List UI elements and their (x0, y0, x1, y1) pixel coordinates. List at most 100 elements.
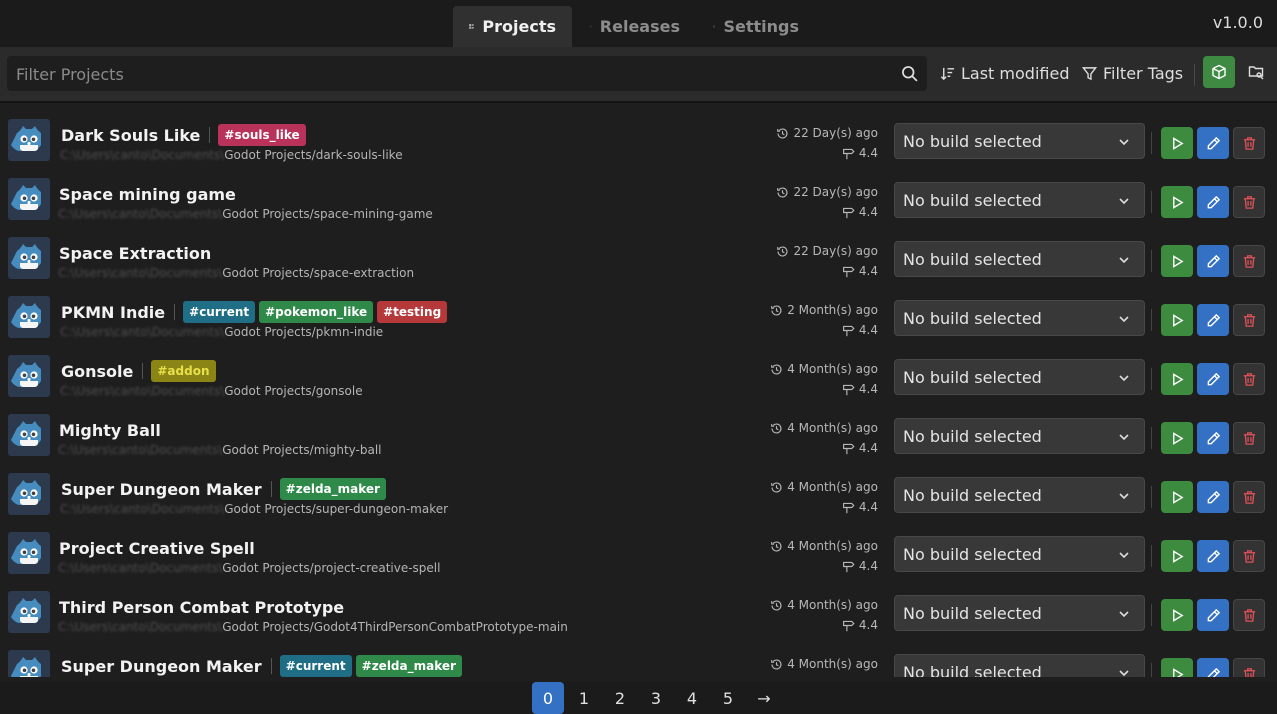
tab-releases[interactable]: Releases (574, 6, 696, 47)
project-row[interactable]: Gonsole #addon C:\Users\canto\Documents\Go… (0, 347, 1277, 406)
search-input[interactable] (7, 56, 898, 93)
delete-project-button[interactable] (1233, 304, 1265, 336)
edit-project-button[interactable] (1197, 658, 1229, 677)
project-row[interactable]: Mighty Ball C:\Users\canto\Documents\Godo… (0, 406, 1277, 465)
edit-project-button[interactable] (1197, 304, 1229, 336)
edit-project-button[interactable] (1197, 127, 1229, 159)
play-icon (1172, 490, 1184, 504)
project-icon (8, 414, 50, 456)
project-list: Dark Souls Like #souls_like C:\Users\canto… (0, 103, 1277, 677)
build-select[interactable]: No build selected (894, 654, 1145, 677)
project-icon (8, 178, 50, 220)
run-project-button[interactable] (1161, 127, 1193, 159)
project-tag[interactable]: #souls_like (218, 124, 306, 146)
project-row[interactable]: Space Extraction C:\Users\canto\Documents… (0, 229, 1277, 288)
project-row[interactable]: Third Person Combat Prototype C:\Users\ca… (0, 583, 1277, 642)
edit-project-button[interactable] (1197, 599, 1229, 631)
project-tag[interactable]: #testing (377, 301, 448, 323)
search-icon[interactable] (901, 65, 918, 82)
project-tag[interactable]: #pokemon_like (259, 301, 374, 323)
tag-list: #current #zelda_maker (279, 655, 462, 677)
godot-version: 4.4 (858, 382, 878, 396)
delete-project-button[interactable] (1233, 422, 1265, 454)
page-button[interactable]: 1 (568, 682, 600, 714)
project-path: C:\Users\canto\Documents\Godot Projects/… (60, 325, 383, 339)
build-select[interactable]: No build selected (894, 477, 1145, 513)
run-project-button[interactable] (1161, 481, 1193, 513)
build-select-value: No build selected (903, 368, 1042, 387)
run-project-button[interactable] (1161, 540, 1193, 572)
page-button[interactable]: 5 (712, 682, 744, 714)
page-button[interactable]: 2 (604, 682, 636, 714)
play-icon (1172, 254, 1184, 268)
run-project-button[interactable] (1161, 658, 1193, 677)
tab-settings[interactable]: Settings (697, 6, 815, 47)
delete-project-button[interactable] (1233, 599, 1265, 631)
project-row[interactable]: Super Dungeon Maker #zelda_maker C:\Users\… (0, 465, 1277, 524)
history-icon (771, 481, 782, 493)
trash-icon (1243, 490, 1255, 504)
delete-project-button[interactable] (1233, 245, 1265, 277)
project-tag[interactable]: #addon (151, 360, 216, 382)
delete-project-button[interactable] (1233, 186, 1265, 218)
build-select[interactable]: No build selected (894, 300, 1145, 336)
top-nav: Projects Releases Settings v1.0.0 (0, 0, 1277, 47)
project-path: C:\Users\canto\Documents\Godot Projects/… (60, 148, 403, 162)
page-button[interactable]: 3 (640, 682, 672, 714)
scan-folder-button[interactable] (1243, 56, 1269, 88)
delete-project-button[interactable] (1233, 127, 1265, 159)
edit-icon (1207, 608, 1220, 621)
folder-search-icon (1248, 66, 1264, 80)
page-button[interactable]: 0 (532, 682, 564, 714)
page-button[interactable]: 4 (676, 682, 708, 714)
build-select[interactable]: No build selected (894, 536, 1145, 572)
tab-projects[interactable]: Projects (453, 6, 572, 47)
run-project-button[interactable] (1161, 422, 1193, 454)
run-project-button[interactable] (1161, 186, 1193, 218)
project-tag[interactable]: #zelda_maker (279, 478, 386, 500)
edit-project-button[interactable] (1197, 363, 1229, 395)
build-select[interactable]: No build selected (894, 595, 1145, 631)
edit-project-button[interactable] (1197, 186, 1229, 218)
godot-version-icon (842, 207, 855, 218)
project-tag[interactable]: #current (183, 301, 256, 323)
delete-project-button[interactable] (1233, 481, 1265, 513)
next-page-button[interactable]: → (748, 682, 780, 714)
edit-project-button[interactable] (1197, 481, 1229, 513)
godot-version-icon (842, 502, 855, 513)
project-row[interactable]: Super Dungeon Maker#current#zelda_makerC… (0, 642, 1277, 677)
project-path: C:\Users\canto\Documents\Godot Projects/… (58, 266, 414, 280)
action-divider (1151, 663, 1152, 677)
project-tag[interactable]: #zelda_maker (355, 655, 462, 677)
build-select[interactable]: No build selected (894, 359, 1145, 395)
edit-project-button[interactable] (1197, 422, 1229, 454)
action-divider (1151, 604, 1152, 626)
tag-list: #zelda_maker (279, 478, 386, 500)
project-row[interactable]: Project Creative Spell C:\Users\canto\Doc… (0, 524, 1277, 583)
last-modified: 2 Month(s) ago (787, 303, 878, 317)
project-tag[interactable]: #current (279, 655, 352, 677)
delete-project-button[interactable] (1233, 658, 1265, 677)
run-project-button[interactable] (1161, 599, 1193, 631)
project-row[interactable]: Space mining game C:\Users\canto\Document… (0, 170, 1277, 229)
trash-icon (1243, 254, 1255, 268)
edit-project-button[interactable] (1197, 540, 1229, 572)
delete-project-button[interactable] (1233, 363, 1265, 395)
new-project-button[interactable] (1203, 56, 1235, 88)
pagination: 0 1 2 3 4 5 → (0, 682, 1277, 714)
filter-tags-button[interactable]: Filter Tags (1082, 61, 1183, 85)
delete-project-button[interactable] (1233, 540, 1265, 572)
run-project-button[interactable] (1161, 245, 1193, 277)
run-project-button[interactable] (1161, 304, 1193, 336)
edit-project-button[interactable] (1197, 245, 1229, 277)
build-select[interactable]: No build selected (894, 182, 1145, 218)
project-row[interactable]: Dark Souls Like #souls_like C:\Users\canto… (0, 111, 1277, 170)
project-path: C:\Users\canto\Documents\Godot Projects/… (60, 384, 363, 398)
build-select[interactable]: No build selected (894, 123, 1145, 159)
history-icon (771, 422, 782, 434)
run-project-button[interactable] (1161, 363, 1193, 395)
sort-button[interactable]: Last modified (940, 61, 1069, 85)
build-select[interactable]: No build selected (894, 241, 1145, 277)
build-select[interactable]: No build selected (894, 418, 1145, 454)
project-row[interactable]: PKMN Indie #current #pokemon_like #testing C… (0, 288, 1277, 347)
